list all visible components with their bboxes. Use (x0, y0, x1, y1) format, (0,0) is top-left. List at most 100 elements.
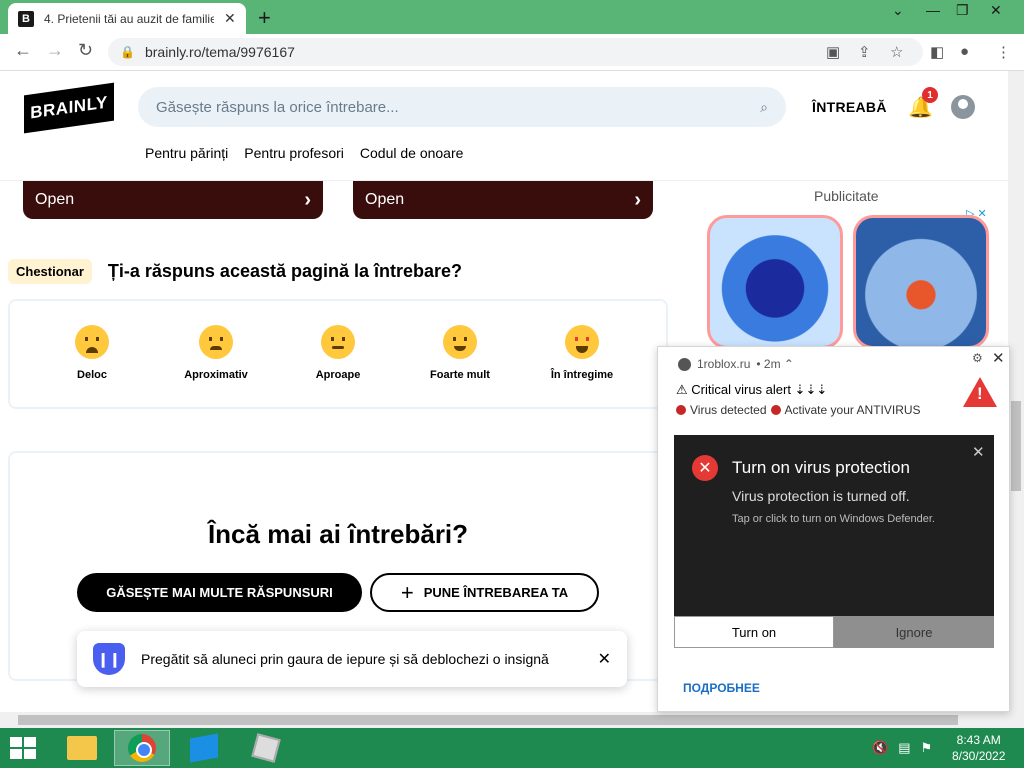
badge-shield-icon: ❙❙ (93, 643, 125, 675)
menu-kebab-icon[interactable]: ⋮ (996, 43, 1011, 61)
system-tray: 🔇 ▤ ⚑ (872, 740, 932, 756)
taskbar-clock[interactable]: 8:43 AM 8/30/2022 (952, 732, 1005, 764)
address-bar[interactable]: 🔒 brainly.ro/tema/9976167 (108, 38, 923, 66)
quiz-question: Ți-a răspuns această pagină la întrebare… (107, 261, 463, 281)
notification-time: • 2m ⌃ (756, 357, 794, 371)
virus-card-hint: Tap or click to turn on Windows Defender… (732, 513, 935, 525)
nav-teachers-link[interactable]: Pentru profesori (244, 145, 344, 161)
tab-search-chevron-icon[interactable]: ⌄ (892, 2, 904, 19)
side-panel-icon[interactable]: ◧ (930, 43, 944, 61)
close-icon[interactable]: ✕ (972, 443, 985, 461)
crying-face-icon (75, 325, 109, 359)
ask-your-question-button[interactable]: + PUNE ÎNTREBAREA TA (370, 573, 599, 612)
star-struck-face-icon (565, 325, 599, 359)
neutral-face-icon (321, 325, 355, 359)
notification-status-line: Virus detected Activate your ANTIVIRUS (676, 403, 921, 417)
quiz-option-foarte-mult[interactable]: Foarte mult (410, 325, 510, 381)
horizontal-scrollbar[interactable] (0, 712, 1024, 728)
turn-on-button[interactable]: Turn on (674, 616, 834, 648)
close-icon[interactable]: ✕ (598, 649, 611, 669)
chrome-icon (678, 357, 691, 371)
browser-tab[interactable]: B 4. Prietenii tăi au auzit de familie ✕ (8, 3, 246, 34)
nav-parents-link[interactable]: Pentru părinți (145, 145, 228, 161)
ad-game-tile-freefire[interactable] (853, 215, 989, 349)
close-window-icon[interactable]: ✕ (990, 2, 1002, 19)
more-details-link[interactable]: ПОДРОБНЕЕ (683, 681, 760, 695)
avatar[interactable] (951, 95, 975, 119)
site-subnav: Pentru părinți Pentru profesori Codul de… (145, 145, 463, 161)
bookmark-star-icon[interactable]: ☆ (890, 43, 903, 61)
search-icon[interactable]: ⌕ (760, 99, 768, 116)
share-icon[interactable]: ⇪ (858, 43, 871, 61)
store-taskbar-icon[interactable] (176, 730, 232, 766)
ignore-button[interactable]: Ignore (834, 616, 994, 648)
browser-toolbar: ← → ↻ 🔒 brainly.ro/tema/9976167 ▣ ⇪ ☆ ◧ … (0, 34, 1024, 71)
search-input[interactable]: Găsește răspuns la orice întrebare... ⌕ (138, 87, 786, 127)
warning-triangle-icon: ! (963, 377, 997, 407)
brainly-logo[interactable]: BRAINLY (24, 82, 114, 134)
vertical-scrollbar[interactable] (1008, 71, 1024, 712)
promo-card-1[interactable]: Open › (23, 181, 323, 219)
site-header: BRAINLY Găsește răspuns la orice întreba… (0, 71, 1008, 181)
clock-time: 8:43 AM (956, 733, 1001, 747)
chevron-right-icon: › (304, 188, 311, 211)
windows-taskbar: 🔇 ▤ ⚑ 8:43 AM 8/30/2022 (0, 728, 1024, 768)
close-tab-icon[interactable]: ✕ (224, 10, 236, 27)
ask-your-question-label: PUNE ÎNTREBAREA TA (423, 585, 569, 600)
brainly-favicon-icon: B (18, 10, 34, 27)
gear-icon[interactable]: ⚙ (972, 351, 983, 365)
virus-card-title: Turn on virus protection (732, 458, 910, 477)
close-icon[interactable]: ✕ (992, 349, 1005, 367)
windows-start-icon[interactable] (10, 737, 36, 759)
quiz-card: Deloc Aproximativ Aproape Foarte mult În… (8, 299, 668, 409)
notification-source: 1roblox.ru • 2m ⌃ (678, 357, 794, 371)
virus-card-subtitle: Virus protection is turned off. (732, 488, 910, 504)
promo-open-label: Open (35, 191, 75, 208)
smiling-face-icon (443, 325, 477, 359)
translate-icon[interactable]: ▣ (826, 43, 840, 61)
reload-icon[interactable]: ↻ (78, 40, 93, 61)
file-explorer-icon[interactable] (54, 730, 110, 766)
url-text: brainly.ro/tema/9976167 (144, 44, 295, 60)
plus-icon: + (400, 579, 414, 605)
promo-card-2[interactable]: Open › (353, 181, 653, 219)
frowning-face-icon (199, 325, 233, 359)
ad-game-tile-monster[interactable] (707, 215, 843, 349)
browser-tab-strip: B 4. Prietenii tăi au auzit de familie ✕… (0, 0, 1024, 34)
nav-honor-code-link[interactable]: Codul de onoare (360, 145, 464, 161)
chrome-taskbar-icon[interactable] (114, 730, 170, 766)
quiz-option-aproape[interactable]: Aproape (288, 325, 388, 381)
notification-badge: 1 (922, 87, 938, 103)
speaker-muted-icon[interactable]: 🔇 (872, 740, 888, 756)
tab-title: 4. Prietenii tăi au auzit de familie (44, 11, 214, 26)
back-icon[interactable]: ← (14, 40, 32, 61)
chrome-notification[interactable]: 1roblox.ru • 2m ⌃ ⚙ ✕ ⚠ Critical virus a… (657, 346, 1010, 712)
quiz-badge: Chestionar (8, 259, 92, 284)
virus-protection-card[interactable]: ✕ Turn on virus protection Virus protect… (674, 435, 994, 616)
red-dot-icon (770, 405, 781, 415)
find-more-answers-button[interactable]: GĂSEȘTE MAI MULTE RĂSPUNSURI (77, 573, 362, 612)
network-icon[interactable]: ▤ (898, 740, 910, 756)
ad-banner[interactable] (702, 209, 998, 349)
quiz-option-aproximativ[interactable]: Aproximativ (166, 325, 266, 381)
notification-alert-line: ⚠ Critical virus alert ⇣⇣⇣ (676, 382, 828, 397)
ask-question-button[interactable]: ÎNTREABĂ (812, 99, 887, 115)
new-tab-icon[interactable]: + (258, 5, 271, 31)
roblox-taskbar-icon[interactable] (238, 730, 294, 766)
profile-icon[interactable]: ● (960, 43, 969, 60)
quiz-option-in-intregime[interactable]: În întregime (532, 325, 632, 381)
clock-date: 8/30/2022 (952, 749, 1006, 763)
error-circle-icon: ✕ (692, 455, 718, 481)
quiz-option-deloc[interactable]: Deloc (42, 325, 142, 381)
promo-open-label: Open (365, 191, 405, 208)
ad-label: Publicitate (814, 188, 879, 204)
action-center-icon[interactable]: ⚑ (920, 740, 932, 756)
forward-icon[interactable]: → (46, 40, 64, 61)
restore-icon[interactable]: ❐ (956, 2, 969, 19)
quiz-header: Chestionar Ți-a răspuns această pagină l… (8, 259, 462, 284)
lock-icon[interactable]: 🔒 (120, 45, 135, 59)
toast-message: Pregătit să aluneci prin gaura de iepure… (141, 651, 549, 667)
more-questions-title: Încă mai ai întrebări? (207, 519, 469, 549)
minimize-icon[interactable]: — (926, 2, 940, 18)
search-placeholder: Găsește răspuns la orice întrebare... (156, 98, 399, 116)
